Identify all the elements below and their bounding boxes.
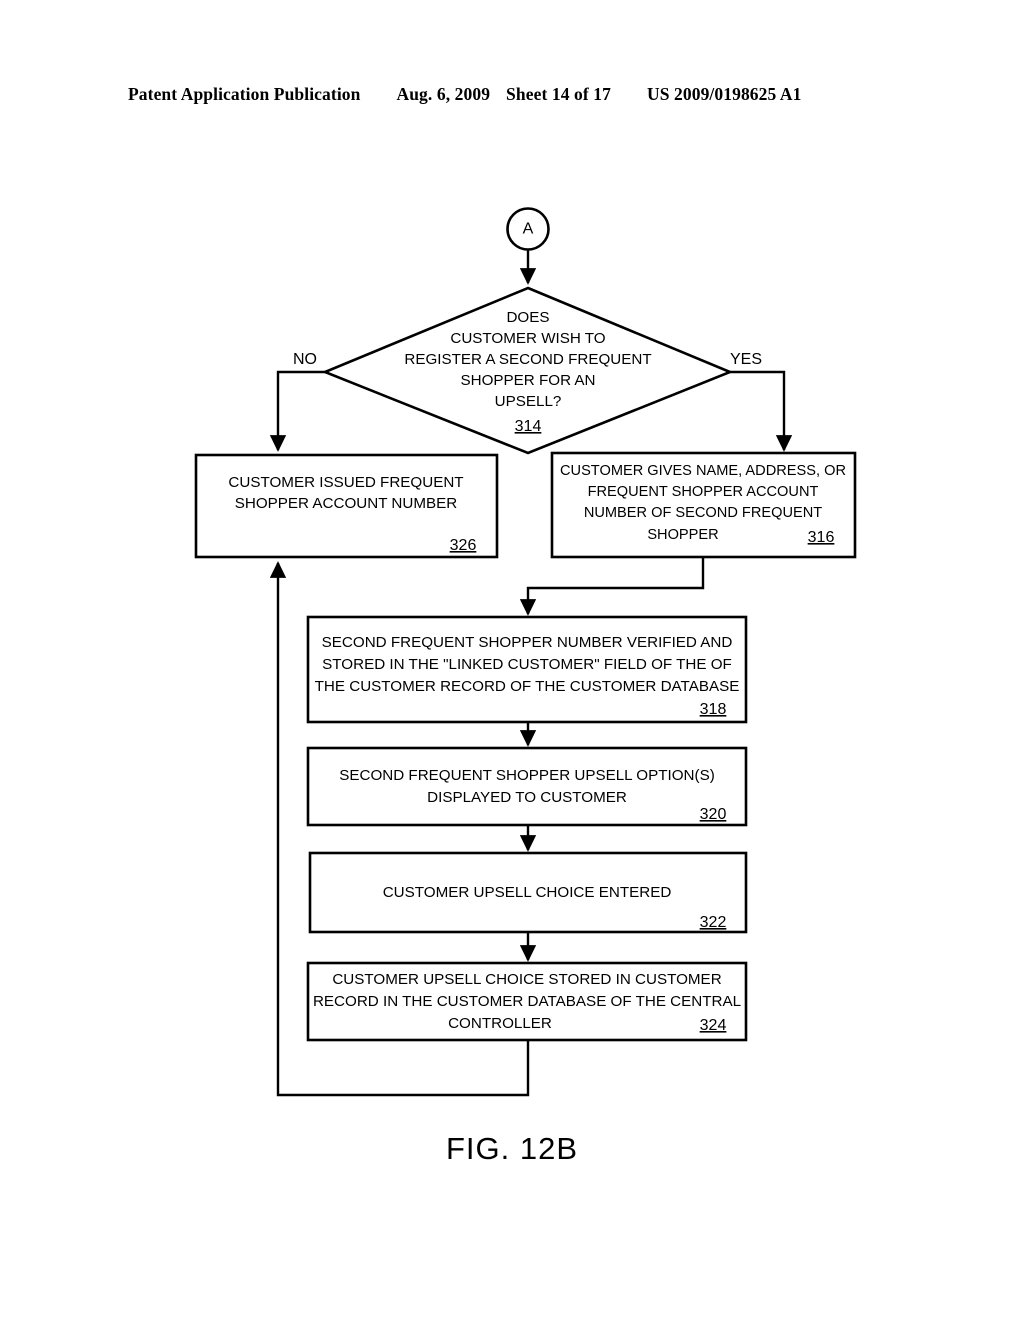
decision-line-3: REGISTER A SECOND FREQUENT — [404, 351, 651, 368]
box-324-line-1: CUSTOMER UPSELL CHOICE STORED IN CUSTOME… — [332, 971, 721, 988]
box-318-line-2: STORED IN THE "LINKED CUSTOMER" FIELD OF… — [322, 656, 732, 673]
patent-drawing-page: Patent Application Publication Aug. 6, 2… — [0, 0, 1024, 1320]
decision-line-2: CUSTOMER WISH TO — [450, 330, 605, 347]
box-326-line-1: CUSTOMER ISSUED FREQUENT — [228, 474, 463, 491]
box-322-ref: 322 — [700, 914, 727, 931]
box-316-ref: 316 — [808, 529, 835, 546]
box-326-ref: 326 — [450, 537, 477, 554]
decision-line-4: SHOPPER FOR AN — [460, 372, 595, 389]
edge-no-to-box-326 — [269, 370, 325, 452]
box-316-line-4: SHOPPER — [647, 527, 718, 543]
box-324-ref: 324 — [700, 1017, 727, 1034]
connector-circle-a-label: A — [523, 221, 534, 238]
flowchart-diagram: A DOES CUSTOMER WISH TO REGISTER A SECON… — [194, 207, 857, 1097]
box-326-line-2: SHOPPER ACCOUNT NUMBER — [235, 495, 458, 512]
decision-line-5: UPSELL? — [495, 393, 562, 410]
box-318-ref: 318 — [700, 701, 727, 718]
box-318-line-3: THE CUSTOMER RECORD OF THE CUSTOMER DATA… — [315, 678, 740, 695]
process-box-320 — [306, 746, 748, 827]
box-320-line-2: DISPLAYED TO CUSTOMER — [427, 789, 627, 806]
box-322-line-1: CUSTOMER UPSELL CHOICE ENTERED — [383, 884, 672, 901]
edge-yes-to-box-316 — [730, 370, 793, 452]
box-324-line-3: CONTROLLER — [448, 1015, 552, 1032]
box-316-line-2: FREQUENT SHOPPER ACCOUNT — [588, 484, 819, 500]
decision-line-1: DOES — [506, 309, 549, 326]
figure-caption: FIG. 12B — [445, 1131, 579, 1166]
decision-ref-314: 314 — [515, 418, 542, 435]
branch-label-no: NO — [293, 351, 317, 368]
box-320-line-1: SECOND FREQUENT SHOPPER UPSELL OPTION(S) — [339, 767, 715, 784]
box-320-ref: 320 — [700, 806, 727, 823]
box-318-line-1: SECOND FREQUENT SHOPPER NUMBER VERIFIED … — [322, 634, 733, 651]
box-316-line-1: CUSTOMER GIVES NAME, ADDRESS, OR — [560, 463, 846, 479]
edge-316-to-318 — [519, 557, 705, 616]
box-324-line-2: RECORD IN THE CUSTOMER DATABASE OF THE C… — [313, 993, 741, 1010]
branch-label-yes: YES — [730, 351, 762, 368]
box-316-line-3: NUMBER OF SECOND FREQUENT — [584, 505, 822, 521]
